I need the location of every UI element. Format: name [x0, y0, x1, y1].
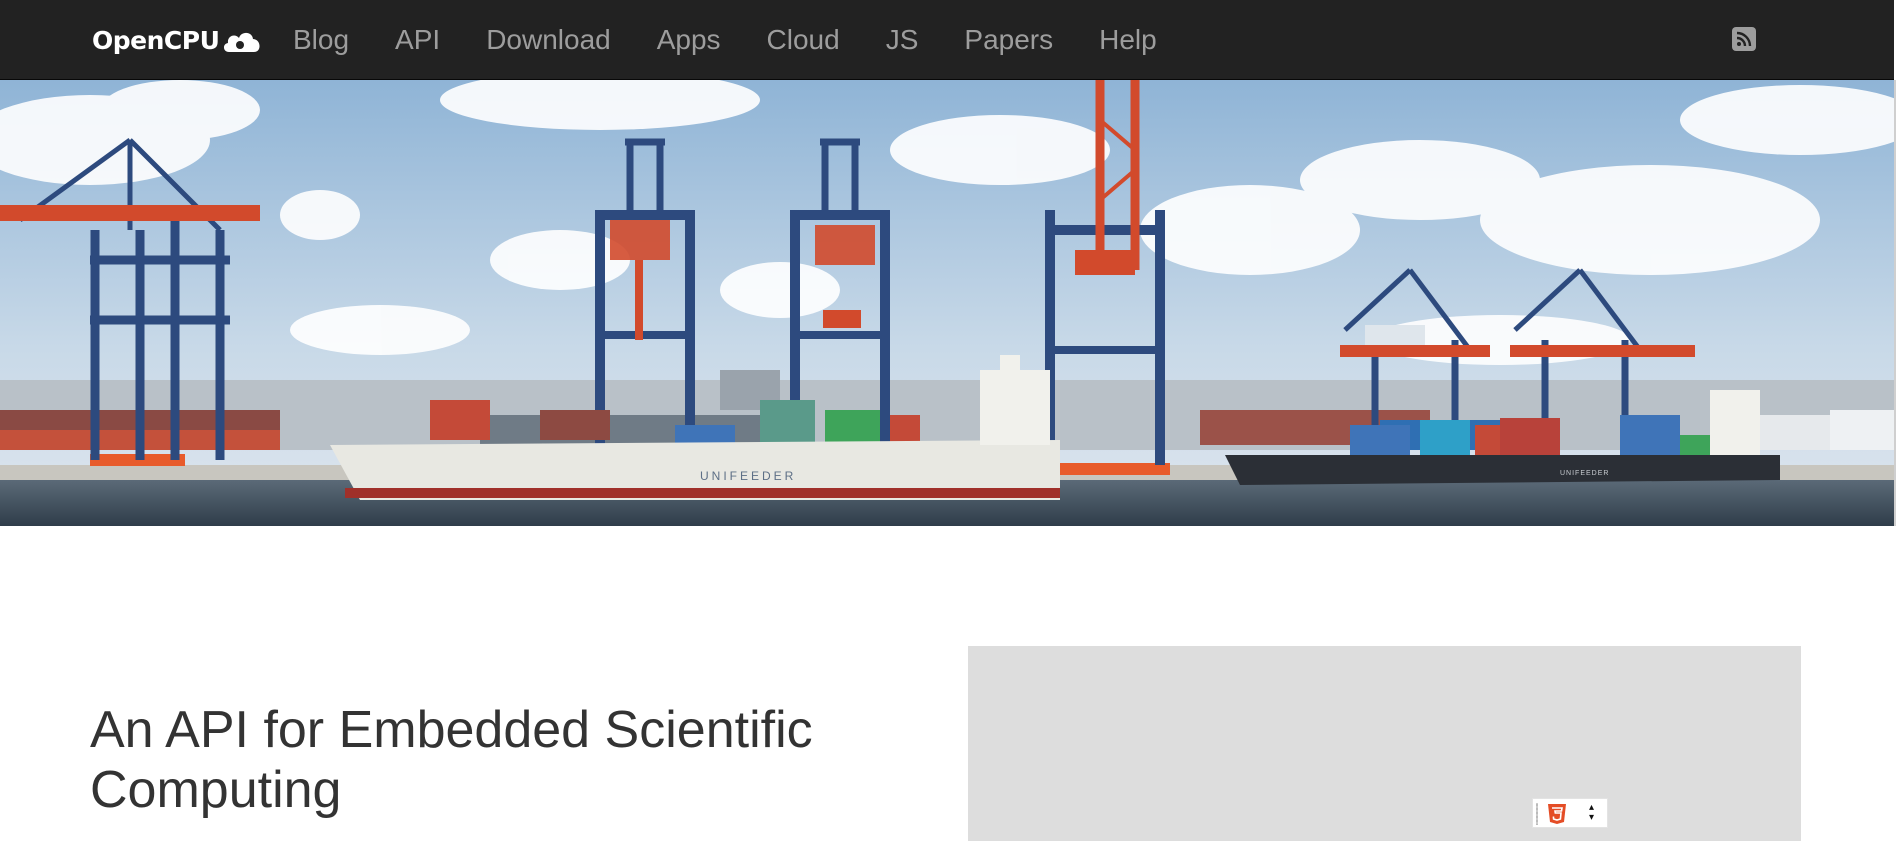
main-nav: Blog API Download Apps Cloud JS Papers H… — [270, 0, 1180, 79]
brand-name: OpenCPU — [92, 25, 220, 55]
nav-link-papers[interactable]: Papers — [941, 0, 1076, 79]
updown-caret-icon[interactable]: ▴ ▾ — [1589, 803, 1594, 823]
rss-icon[interactable] — [1732, 27, 1756, 51]
nav-link-cloud[interactable]: Cloud — [744, 0, 863, 79]
top-navbar: OpenCPU Blog API Download Apps Cloud JS … — [0, 0, 1894, 80]
brand-logo-link[interactable]: OpenCPU — [92, 22, 263, 58]
nav-link-api[interactable]: API — [372, 0, 463, 79]
nav-link-blog[interactable]: Blog — [270, 0, 372, 79]
html5-icon — [1548, 804, 1566, 824]
ship-name-left: UNIFEEDER — [700, 469, 796, 483]
nav-link-js[interactable]: JS — [863, 0, 942, 79]
page-headline: An API for Embedded Scientific Computing — [90, 701, 813, 819]
demo-panel — [968, 646, 1801, 841]
nav-link-download[interactable]: Download — [463, 0, 634, 79]
nav-link-help[interactable]: Help — [1076, 0, 1180, 79]
drag-handle-icon[interactable] — [1536, 803, 1538, 825]
cloud-icon — [224, 32, 260, 52]
hero-banner-image: UNIFEEDER UNIFEEDER — [0, 80, 1896, 526]
ship-name-right: UNIFEEDER — [1560, 470, 1609, 477]
nav-link-apps[interactable]: Apps — [634, 0, 744, 79]
embedded-widget-toggle[interactable]: ▴ ▾ — [1532, 798, 1608, 828]
